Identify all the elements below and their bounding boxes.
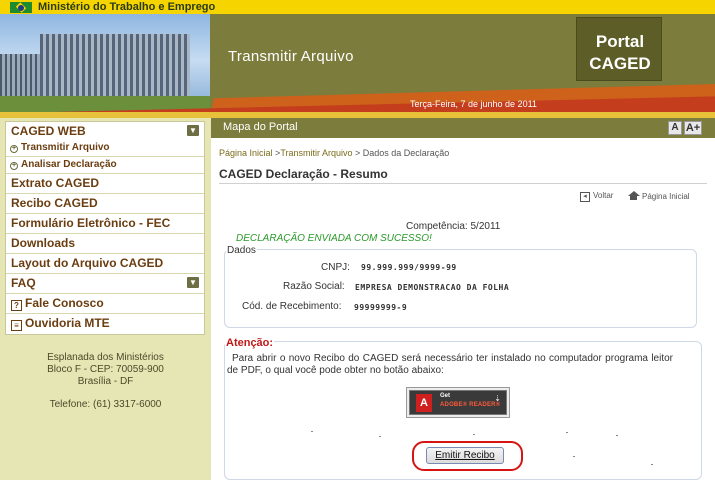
download-arrow-icon: ⇣ — [494, 394, 501, 403]
current-date: Terça-Feira, 7 de junho de 2011 — [410, 99, 537, 109]
sidebar-item-label: CAGED WEB — [11, 124, 86, 138]
home-link-label: Página Inicial — [642, 192, 690, 201]
artifact-dot — [573, 456, 575, 457]
brazil-flag-icon — [10, 2, 32, 13]
phone-number: Telefone: (61) 3317-6000 — [49, 399, 162, 410]
portal-logo-line1: Portal — [595, 32, 645, 51]
sidebar-item-formulario-eletronico[interactable]: Formulário Eletrônico - FEC — [6, 214, 204, 234]
home-link[interactable]: Página Inicial — [628, 191, 690, 201]
plus-circle-icon: + — [10, 145, 18, 153]
artifact-dot — [379, 436, 381, 437]
title-divider — [219, 183, 707, 184]
sidebar-item-label: Analisar Declaração — [21, 159, 117, 170]
adobe-logo-icon: A — [416, 394, 432, 412]
speech-bubble-icon: ≡ — [11, 320, 22, 331]
razao-social-value: EMPRESA DEMONSTRACAO DA FOLHA — [355, 283, 510, 292]
emitir-recibo-label: Emitir Recibo — [435, 450, 495, 461]
sidebar-item-label: FAQ — [11, 276, 36, 290]
left-sidebar: CAGED WEB ▼ + Transmitir Arquivo + Analisa… — [0, 118, 211, 480]
breadcrumb: Página Inicial >Transmitir Arquivo > Dad… — [219, 148, 449, 158]
sidebar-item-label: Transmitir Arquivo — [21, 142, 110, 153]
address-block: Esplanada dos Ministérios Bloco F - CEP:… — [0, 352, 211, 388]
portal-map-bar: Mapa do Portal A A+ — [211, 118, 715, 138]
recebimento-value: 99999999-9 — [354, 303, 408, 312]
emitir-recibo-button[interactable]: Emitir Recibo — [426, 447, 504, 464]
sidebar-subitem-transmitir-arquivo[interactable]: + Transmitir Arquivo — [6, 140, 204, 157]
sidebar-item-fale-conosco[interactable]: ? Fale Conosco — [6, 294, 204, 314]
sidebar-item-label: Layout do Arquivo CAGED — [11, 256, 164, 270]
get-adobe-reader-button[interactable]: A Get ADOBE® READER® ⇣ — [406, 387, 510, 418]
portal-map-link[interactable]: Mapa do Portal — [223, 121, 298, 133]
back-link-label: Voltar — [593, 191, 614, 200]
header-banner: Transmitir Arquivo Terça-Feira, 7 de jun… — [0, 14, 715, 118]
artifact-dot — [651, 464, 653, 465]
address-line: Esplanada dos Ministérios — [47, 352, 164, 363]
page-heading: Transmitir Arquivo — [228, 48, 354, 65]
chevron-down-icon[interactable]: ▼ — [187, 277, 199, 288]
adobe-product-label: ADOBE® READER® — [440, 402, 501, 408]
breadcrumb-current: > Dados da Declaração — [352, 148, 450, 158]
cnpj-value: 99.999.999/9999-99 — [361, 263, 457, 272]
success-message: DECLARAÇÃO ENVIADA COM SUCESSO! — [236, 233, 432, 244]
address-line: Bloco F - CEP: 70059-900 — [47, 364, 164, 375]
sidebar-subitem-analisar-declaracao[interactable]: + Analisar Declaração — [6, 157, 204, 174]
font-decrease-button[interactable]: A — [668, 121, 682, 135]
plus-circle-icon: + — [10, 162, 18, 170]
page-title: CAGED Declaração - Resumo — [219, 167, 388, 181]
chevron-down-icon[interactable]: ▼ — [187, 125, 199, 136]
back-arrow-icon: ◂ — [580, 192, 590, 202]
sidebar-item-faq[interactable]: FAQ ▼ — [6, 274, 204, 294]
address-line: Brasília - DF — [77, 376, 134, 387]
dados-legend: Dados — [226, 245, 257, 256]
sidebar-item-label: Downloads — [11, 236, 76, 250]
question-icon: ? — [11, 300, 22, 311]
attention-text: Para abrir o novo Recibo do CAGED será n… — [227, 353, 673, 376]
portal-caged-logo[interactable]: Portal CAGED — [576, 17, 662, 81]
adobe-get-label: Get — [440, 393, 451, 399]
sidebar-item-layout-arquivo[interactable]: Layout do Arquivo CAGED — [6, 254, 204, 274]
sidebar-item-downloads[interactable]: Downloads — [6, 234, 204, 254]
competencia-label: Competência: 5/2011 — [406, 221, 501, 232]
sidebar-menu: CAGED WEB ▼ + Transmitir Arquivo + Analisa… — [5, 121, 205, 335]
razao-social-label: Razão Social: — [283, 281, 345, 292]
sidebar-item-caged-web[interactable]: CAGED WEB ▼ — [6, 122, 204, 140]
sidebar-item-extrato-caged[interactable]: Extrato CAGED — [6, 174, 204, 194]
adobe-badge: A Get ADOBE® READER® ⇣ — [409, 390, 507, 415]
sidebar-item-label: Formulário Eletrônico - FEC — [11, 216, 171, 230]
sidebar-item-ouvidoria[interactable]: ≡ Ouvidoria MTE — [6, 314, 204, 334]
artifact-dot — [616, 435, 618, 436]
attention-title: Atenção: — [225, 337, 275, 349]
sidebar-item-label: Extrato CAGED — [11, 176, 100, 190]
artifact-dot — [311, 431, 313, 432]
recebimento-label: Cód. de Recebimento: — [242, 301, 342, 312]
artifact-dot — [473, 434, 475, 435]
breadcrumb-transmitir-link[interactable]: Transmitir Arquivo — [280, 148, 352, 158]
main-content: Página Inicial >Transmitir Arquivo > Dad… — [211, 138, 715, 480]
sidebar-item-label: Fale Conosco — [25, 296, 104, 310]
government-bar: Ministério do Trabalho e Emprego — [0, 0, 715, 14]
portal-logo-line2: CAGED — [589, 54, 651, 73]
cnpj-label: CNPJ: — [321, 262, 350, 273]
back-link[interactable]: ◂ Voltar — [580, 191, 613, 202]
ministry-link[interactable]: Ministério do Trabalho e Emprego — [38, 0, 215, 14]
font-increase-button[interactable]: A+ — [684, 121, 702, 135]
artifact-dot — [566, 432, 568, 433]
home-icon — [628, 191, 640, 200]
sidebar-item-recibo-caged[interactable]: Recibo CAGED — [6, 194, 204, 214]
sidebar-item-label: Ouvidoria MTE — [25, 316, 110, 330]
breadcrumb-home-link[interactable]: Página Inicial — [219, 148, 273, 158]
sidebar-item-label: Recibo CAGED — [11, 196, 98, 210]
